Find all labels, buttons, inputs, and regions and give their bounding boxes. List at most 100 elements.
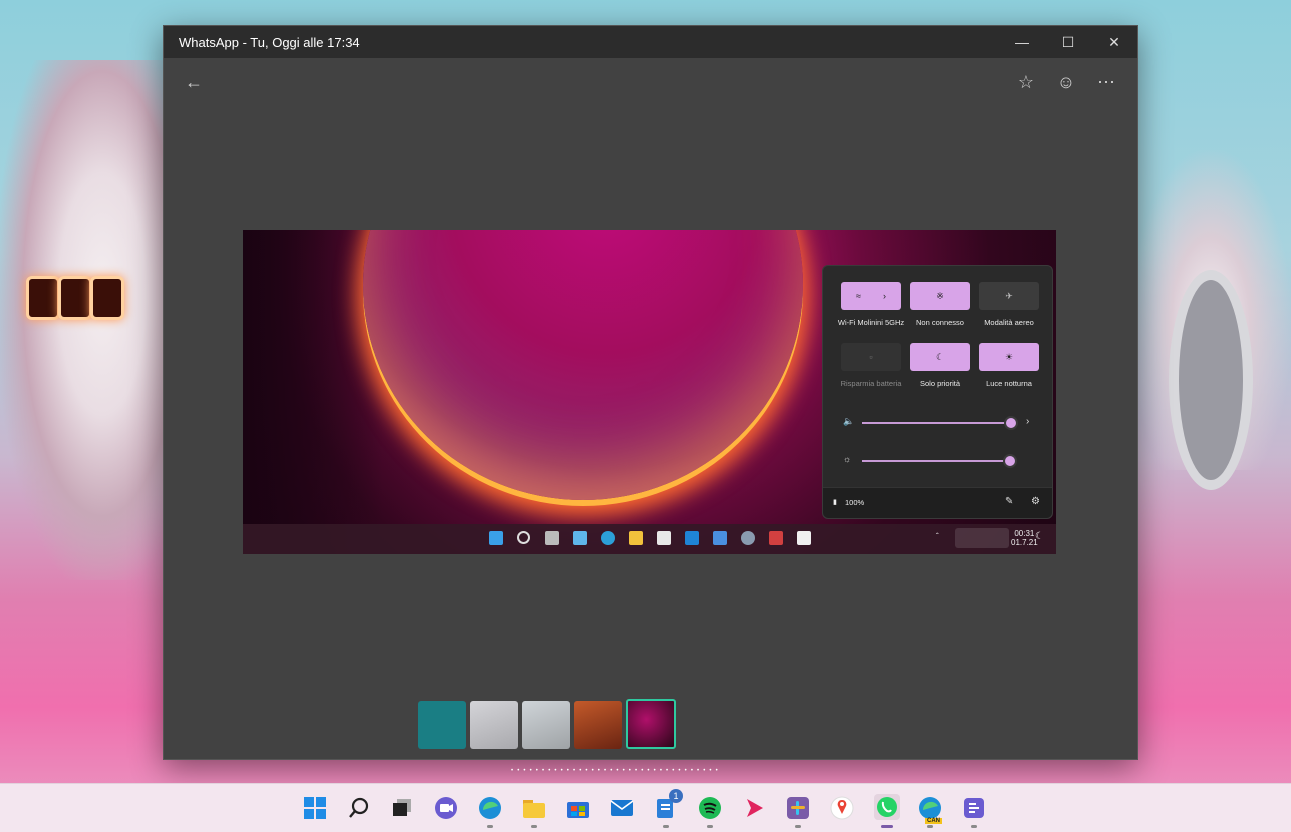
- task-view-icon[interactable]: [390, 796, 414, 820]
- screenshot-date: 01.7.21: [1011, 538, 1038, 547]
- search-icon[interactable]: [347, 796, 371, 820]
- pagination-dots: ••••••••••••••••••••••••••••••••••: [511, 768, 722, 774]
- star-icon: ☆: [1017, 71, 1035, 92]
- wifi-tile: ≈ ›: [841, 282, 901, 310]
- chevron-right-icon: ›: [1026, 416, 1030, 427]
- running-indicator: [663, 825, 669, 828]
- taskbar: 1 CAN: [0, 783, 1291, 832]
- tile-label: Luce notturna: [986, 379, 1032, 388]
- store-icon[interactable]: [566, 796, 590, 820]
- quick-settings-footer: ▮ 100% ✎ ⚙: [823, 487, 1052, 518]
- network-volume-battery-icons: [955, 528, 1009, 548]
- smiley-icon: ☺: [1056, 71, 1076, 92]
- moon-icon: ☾: [1035, 531, 1044, 542]
- airplane-tile: ✈: [979, 282, 1039, 310]
- teams-chat-icon[interactable]: [434, 796, 458, 820]
- thumbnail-1[interactable]: [418, 701, 466, 749]
- battery-saver-tile: ▫: [841, 343, 901, 371]
- volume-knob: [1004, 416, 1018, 430]
- chevron-right-icon: ›: [882, 291, 886, 301]
- screenshot-taskbar: ˆ 00:31 01.7.21 ☾: [243, 524, 1056, 554]
- running-indicator: [795, 825, 801, 828]
- minimize-button[interactable]: —: [999, 26, 1045, 58]
- running-indicator: [971, 825, 977, 828]
- thumbnail-3[interactable]: [522, 701, 570, 749]
- feedback-icon[interactable]: [962, 796, 986, 820]
- settings-icon: ⚙: [1031, 496, 1040, 507]
- mail-icon: [685, 531, 699, 545]
- back-button[interactable]: ←: [178, 66, 210, 98]
- wifi-icon: ≈: [856, 291, 861, 301]
- thumbnail-5-selected[interactable]: [626, 699, 676, 749]
- wallpaper-car-wheel: [1169, 270, 1253, 490]
- tail-light: [90, 276, 124, 320]
- snip-icon: [797, 531, 811, 545]
- battery-saver-icon: ▫: [869, 352, 873, 362]
- paint-icon: [769, 531, 783, 545]
- spotify-icon[interactable]: [698, 796, 722, 820]
- close-button[interactable]: ✕: [1091, 26, 1137, 58]
- chevron-up-icon: ˆ: [936, 532, 939, 541]
- maximize-button[interactable]: ☐: [1045, 26, 1091, 58]
- widgets-icon: [573, 531, 587, 545]
- window-title: WhatsApp - Tu, Oggi alle 17:34: [179, 34, 360, 50]
- volume-slider: [862, 422, 1010, 424]
- night-light-icon: ☀: [1004, 351, 1014, 362]
- store-icon: [657, 531, 671, 545]
- volume-icon: 🔈: [843, 416, 855, 426]
- brightness-slider: [862, 460, 1008, 462]
- edit-icon: ✎: [1005, 496, 1014, 507]
- react-button[interactable]: ☺: [1050, 66, 1082, 98]
- bluetooth-icon: ※: [936, 290, 944, 301]
- file-explorer-icon[interactable]: [522, 796, 546, 820]
- windows-start-icon: [489, 531, 503, 545]
- brightness-icon: ☼: [843, 454, 852, 464]
- bluetooth-tile: ※: [910, 282, 970, 310]
- title-bar: WhatsApp - Tu, Oggi alle 17:34 — ☐ ✕: [164, 26, 1137, 58]
- more-options-button[interactable]: ⋯: [1090, 66, 1122, 98]
- edge-icon[interactable]: [478, 796, 502, 820]
- edge-canary-icon[interactable]: [918, 796, 942, 820]
- tile-label: Risparmia batteria: [840, 379, 902, 388]
- tile-label: Non connesso: [916, 318, 964, 327]
- slack-icon[interactable]: [786, 796, 810, 820]
- tail-light: [26, 276, 60, 320]
- running-indicator: [531, 825, 537, 828]
- tail-light: [58, 276, 92, 320]
- file-explorer-icon: [629, 531, 643, 545]
- moon-icon: ☾: [935, 351, 945, 362]
- maps-icon[interactable]: [830, 796, 854, 820]
- screenshot-time: 00:31: [1014, 529, 1035, 538]
- canary-badge: CAN: [925, 818, 942, 824]
- thumbnail-2[interactable]: [470, 701, 518, 749]
- photo-viewer-window: WhatsApp - Tu, Oggi alle 17:34 — ☐ ✕ ← ☆…: [163, 25, 1138, 760]
- whatsapp-icon[interactable]: [874, 794, 900, 820]
- active-indicator: [881, 825, 893, 828]
- notification-badge: 1: [669, 789, 683, 803]
- tile-label: Solo priorità: [919, 379, 961, 388]
- running-indicator: [487, 825, 493, 828]
- wallpaper-shade: [243, 230, 383, 554]
- night-light-tile: ☀: [979, 343, 1039, 371]
- airplane-icon: ✈: [1005, 290, 1013, 301]
- task-view-icon: [545, 531, 559, 545]
- settings-icon: [741, 531, 755, 545]
- wallpaper-bloom: [363, 230, 803, 500]
- viewer-toolbar: ← ☆ ☺ ⋯: [164, 66, 1137, 98]
- mail-icon[interactable]: [610, 796, 634, 820]
- battery-icon: ▮: [833, 499, 837, 506]
- screenshot-clock: 00:31 01.7.21: [1011, 529, 1038, 547]
- notes-icon: [713, 531, 727, 545]
- tile-label: Modalità aereo: [984, 318, 1034, 327]
- favorite-button[interactable]: ☆: [1010, 66, 1042, 98]
- brightness-knob: [1003, 454, 1017, 468]
- battery-percentage: 100%: [845, 498, 865, 507]
- arrow-left-icon: ←: [185, 71, 203, 92]
- edge-icon: [601, 531, 615, 545]
- running-indicator: [927, 825, 933, 828]
- windows-start-icon[interactable]: [303, 796, 327, 820]
- focus-tile: ☾: [910, 343, 970, 371]
- thumbnail-4[interactable]: [574, 701, 622, 749]
- more-icon: ⋯: [1097, 71, 1115, 92]
- play-icon[interactable]: [742, 796, 766, 820]
